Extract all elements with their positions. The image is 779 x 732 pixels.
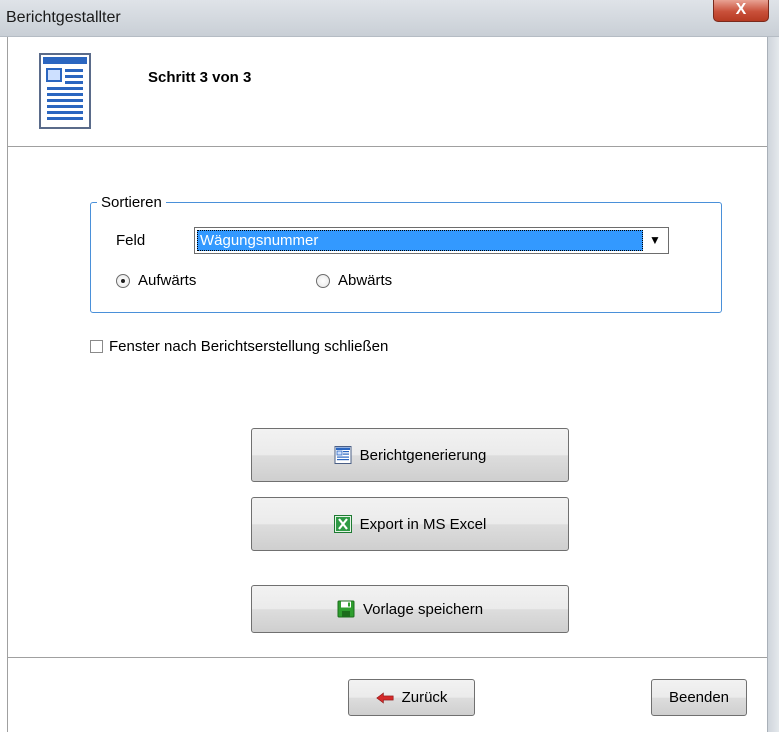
wizard-header: Schritt 3 von 3 xyxy=(7,37,767,147)
excel-icon xyxy=(333,515,352,533)
radio-selected-icon xyxy=(116,273,130,288)
back-button[interactable]: Zurück xyxy=(348,679,475,716)
wizard-footer: Zurück Beenden xyxy=(7,657,767,732)
generate-report-label: Berichtgenerierung xyxy=(359,446,487,464)
step-title: Schritt 3 von 3 xyxy=(148,69,252,86)
close-after-label: Fenster nach Berichtserstellung schließe… xyxy=(109,338,389,355)
report-icon xyxy=(334,446,352,464)
finish-label: Beenden xyxy=(668,689,730,706)
back-label: Zurück xyxy=(401,689,448,706)
arrow-left-icon xyxy=(375,691,394,704)
sort-field-dropdown[interactable]: Wägungsnummer ▼ xyxy=(194,227,669,254)
window-frame-right xyxy=(767,37,779,732)
title-bar: Berichtgestallter X xyxy=(0,0,779,37)
radio-unselected-icon xyxy=(316,273,330,288)
save-template-button[interactable]: Vorlage speichern xyxy=(251,585,569,633)
sort-group-label: Sortieren xyxy=(101,194,162,211)
ascending-label: Aufwärts xyxy=(138,272,197,289)
descending-radio[interactable]: Abwärts xyxy=(316,272,392,289)
wizard-body: Sortieren Feld Wägungsnummer ▼ Aufwärts … xyxy=(7,147,767,657)
export-excel-label: Export in MS Excel xyxy=(359,515,487,533)
descending-label: Abwärts xyxy=(338,272,393,289)
floppy-disk-icon xyxy=(337,600,355,618)
window-title: Berichtgestallter xyxy=(6,9,121,26)
close-after-checkbox[interactable]: Fenster nach Berichtserstellung schließe… xyxy=(90,338,388,355)
checkbox-box xyxy=(90,340,103,353)
finish-button[interactable]: Beenden xyxy=(651,679,747,716)
close-button[interactable]: X xyxy=(713,0,769,22)
chevron-down-icon[interactable]: ▼ xyxy=(646,228,664,253)
ascending-radio[interactable]: Aufwärts xyxy=(116,272,196,289)
save-template-label: Vorlage speichern xyxy=(362,600,484,618)
close-icon: X xyxy=(735,1,747,18)
field-label: Feld xyxy=(116,232,146,249)
export-excel-button[interactable]: Export in MS Excel xyxy=(251,497,569,551)
generate-report-button[interactable]: Berichtgenerierung xyxy=(251,428,569,482)
sort-field-value: Wägungsnummer xyxy=(197,230,643,251)
report-icon xyxy=(39,53,91,129)
